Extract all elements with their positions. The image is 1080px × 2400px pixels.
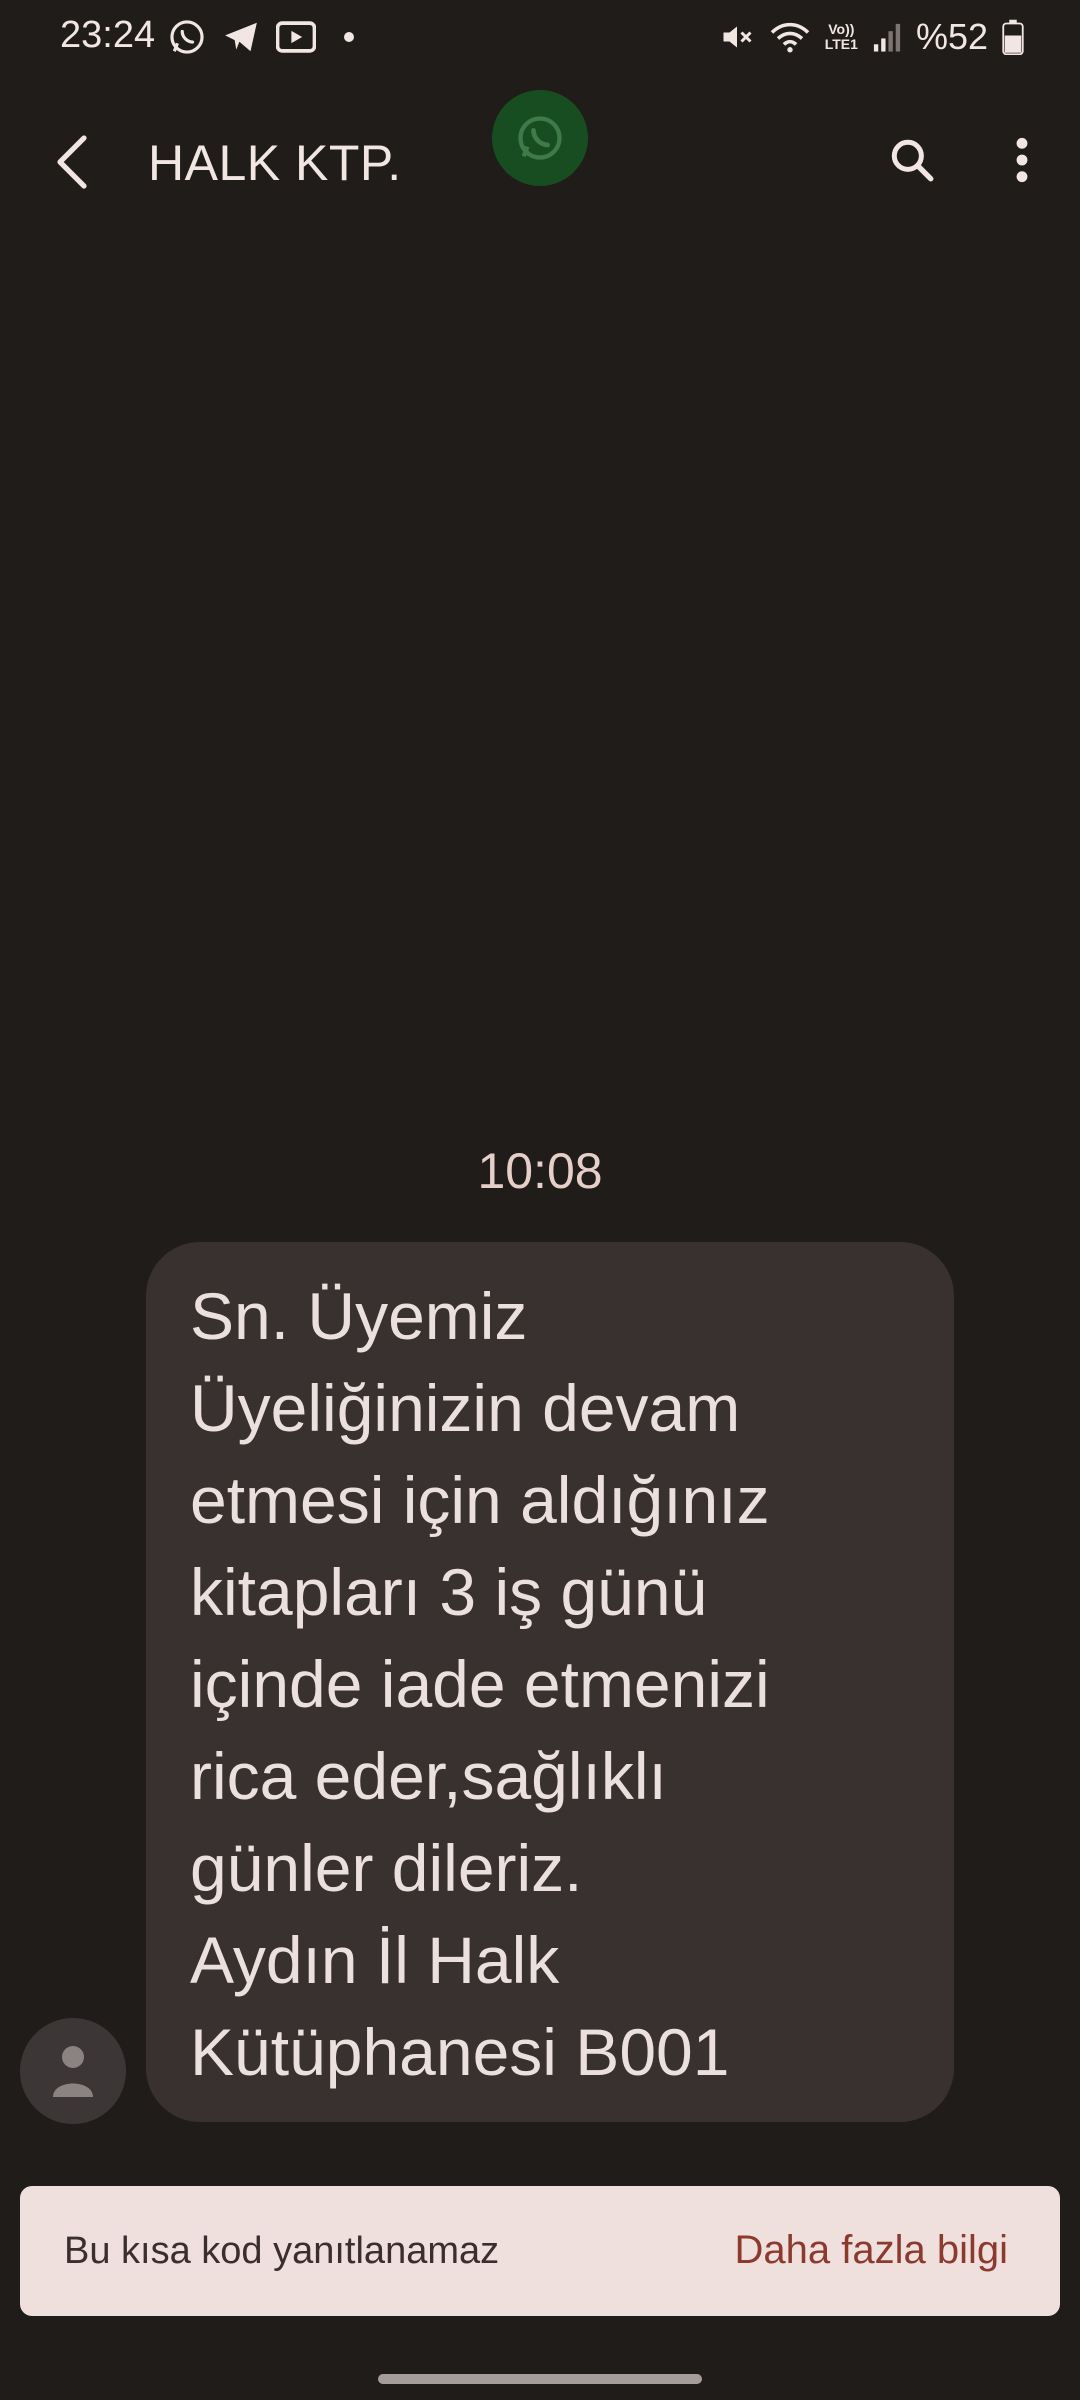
more-options-button[interactable] [990, 128, 1054, 192]
status-time: 23:24 [60, 14, 156, 56]
notification-icons [168, 18, 354, 56]
back-arrow-icon [57, 135, 87, 189]
message-timestamp: 10:08 [477, 1143, 603, 1199]
battery-icon [1002, 19, 1024, 55]
dot-icon [344, 32, 354, 42]
home-indicator[interactable] [378, 2374, 702, 2384]
whatsapp-icon [518, 116, 562, 160]
telegram-icon [222, 18, 260, 56]
more-vert-icon [1016, 137, 1028, 183]
message-bubble[interactable]: Sn. Üyemiz Üyeliğinizin devam etmesi içi… [146, 1242, 954, 2122]
message-text: Sn. Üyemiz Üyeliğinizin devam etmesi içi… [190, 1279, 770, 2089]
more-info-link[interactable]: Daha fazla bilgi [735, 2228, 1009, 2273]
avatar[interactable] [20, 2018, 126, 2124]
conversation-title: HALK KTP. [148, 135, 402, 191]
mute-icon [719, 19, 755, 55]
short-code-info-bar: Bu kısa kod yanıtlanamaz Daha fazla bilg… [20, 2186, 1060, 2316]
search-icon [891, 139, 934, 182]
back-button[interactable] [40, 130, 104, 194]
short-code-notice: Bu kısa kod yanıtlanamaz [64, 2230, 500, 2272]
signal-icon [872, 21, 902, 53]
search-button[interactable] [880, 128, 944, 192]
status-bar: 23:24 Vo)) LTE1 %52 [0, 0, 1080, 80]
whatsapp-floating-bubble[interactable] [492, 90, 588, 186]
person-icon [53, 2046, 93, 2097]
youtube-icon [276, 19, 316, 55]
system-icons: Vo)) LTE1 %52 [719, 16, 1024, 58]
network-type-badge: Vo)) LTE1 [825, 22, 858, 52]
volte-label: Vo)) [828, 21, 855, 37]
whatsapp-icon [168, 18, 206, 56]
lte-label: LTE1 [824, 36, 858, 52]
wifi-icon [769, 19, 811, 55]
app-bar: HALK KTP. [0, 90, 1080, 240]
battery-percent: %52 [915, 16, 988, 57]
